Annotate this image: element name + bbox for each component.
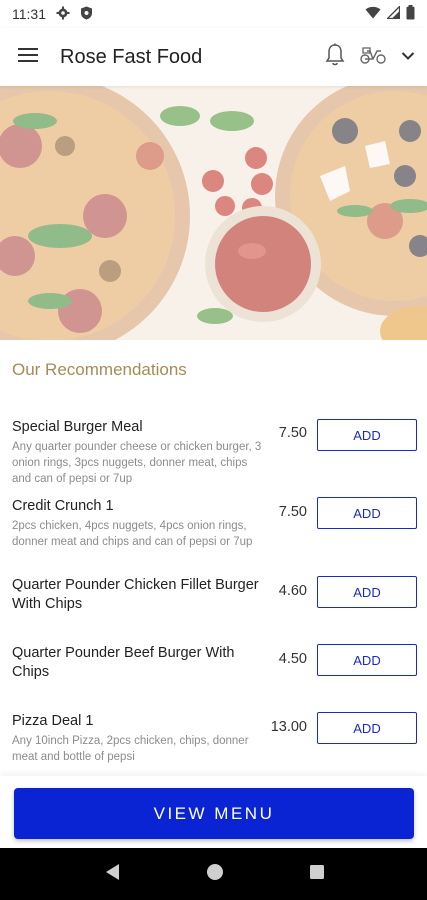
item-name: Quarter Pounder Chicken Fillet Burger Wi… [12, 577, 259, 612]
view-menu-button[interactable]: VIEW MENU [14, 788, 414, 839]
back-icon[interactable] [103, 862, 121, 887]
gear-icon [56, 6, 70, 23]
item-text: Quarter Pounder Chicken Fillet Burger Wi… [12, 576, 264, 614]
item-price: 4.60 [278, 583, 307, 599]
scooter-icon[interactable] [359, 45, 387, 70]
add-button[interactable]: ADD [317, 712, 417, 744]
item-price: 4.50 [278, 651, 307, 667]
app-bar: Rose Fast Food [0, 28, 427, 86]
wifi-icon [365, 6, 381, 22]
shield-icon [80, 6, 93, 23]
item-text: Quarter Pounder Beef Burger With Chips [12, 644, 264, 682]
item-name: Pizza Deal 1 [12, 713, 94, 729]
item-description: Any 10inch Pizza, 2pcs chicken, chips, d… [12, 735, 249, 763]
add-button[interactable]: ADD [317, 419, 417, 451]
item-text: Credit Crunch 1 2pcs chicken, 4pcs nugge… [12, 497, 264, 550]
status-right [365, 4, 415, 23]
item-text: Special Burger Meal Any quarter pounder … [12, 418, 264, 487]
add-button[interactable]: ADD [317, 497, 417, 529]
item-name: Quarter Pounder Beef Burger With Chips [12, 645, 235, 680]
menu-icon[interactable] [18, 47, 38, 68]
home-icon[interactable] [206, 863, 224, 886]
item-price: 7.50 [278, 425, 307, 441]
item-name: Special Burger Meal [12, 419, 143, 435]
hero-image [0, 86, 427, 340]
item-name: Credit Crunch 1 [12, 498, 114, 514]
add-button[interactable]: ADD [317, 576, 417, 608]
status-time: 11:31 [12, 6, 46, 22]
system-nav-bar [0, 848, 427, 900]
add-button[interactable]: ADD [317, 644, 417, 676]
item-description: 2pcs chicken, 4pcs nuggets, 4pcs onion r… [12, 520, 253, 548]
status-left: 11:31 [12, 6, 93, 23]
pizza-and-tomatoes-photo [0, 86, 427, 340]
bell-icon[interactable] [325, 43, 345, 72]
item-price: 13.00 [270, 719, 307, 735]
signal-icon [385, 4, 401, 22]
item-price: 7.50 [278, 504, 307, 520]
app-bar-actions [325, 43, 415, 72]
status-bar: 11:31 [0, 0, 427, 28]
section-title-recommendations: Our Recommendations [12, 360, 187, 379]
item-text: Pizza Deal 1 Any 10inch Pizza, 2pcs chic… [12, 712, 264, 765]
recents-icon[interactable] [309, 864, 325, 885]
battery-icon [406, 5, 415, 23]
chevron-down-icon[interactable] [401, 48, 415, 66]
item-description: Any quarter pounder cheese or chicken bu… [12, 441, 262, 485]
app-title: Rose Fast Food [60, 45, 203, 68]
